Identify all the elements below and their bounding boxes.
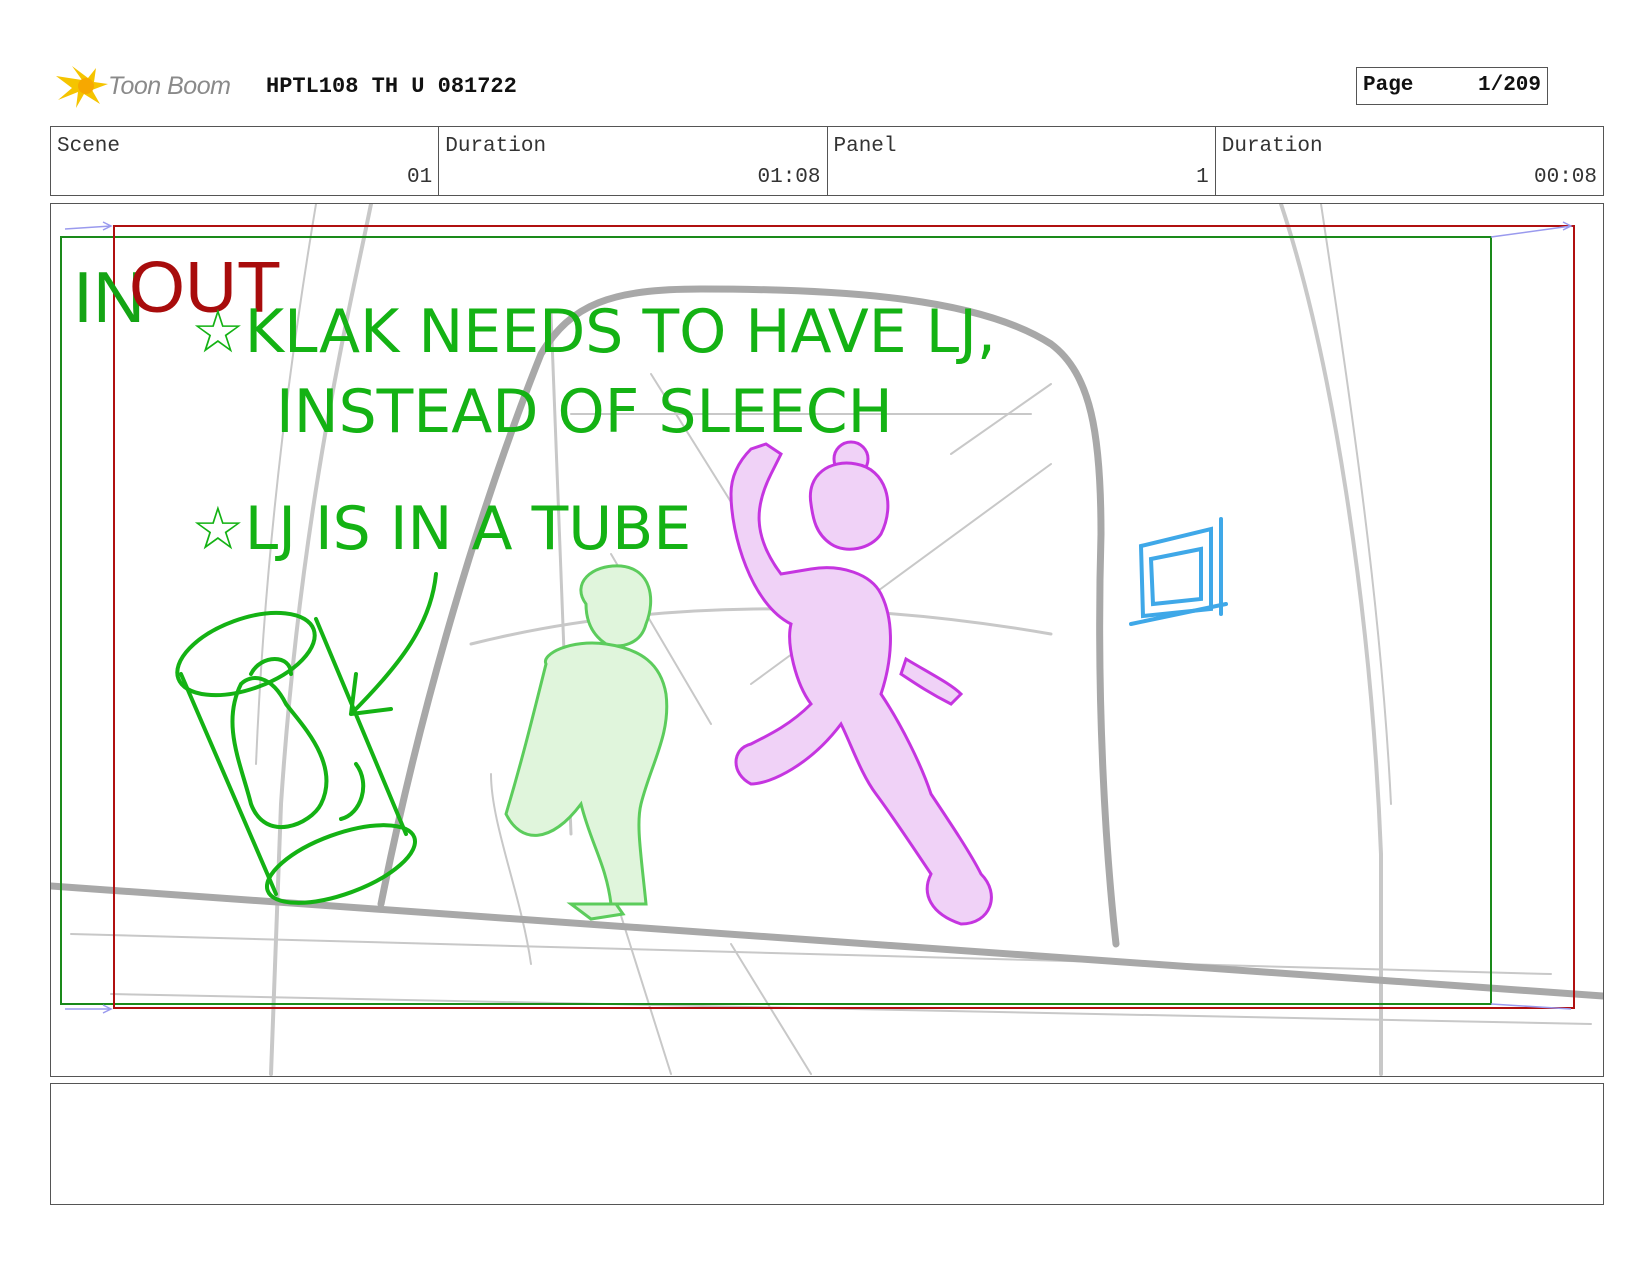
panel-value: 1 [1196, 166, 1209, 189]
panel-notes-box [50, 1083, 1604, 1205]
document-title: HPTL108 TH U 081722 [266, 74, 517, 99]
scene-duration-cell: Duration 01:08 [439, 127, 828, 195]
panel-label: Panel [833, 135, 897, 158]
scene-label: Scene [57, 135, 121, 158]
note-line-1: ☆KLAK NEEDS TO HAVE LJ, [191, 297, 996, 367]
scene-value: 01 [407, 166, 433, 189]
panel-duration-value: 00:08 [1533, 166, 1597, 189]
scene-cell: Scene 01 [51, 127, 440, 195]
panel-cell: Panel 1 [828, 127, 1216, 195]
character-klak-sketch [729, 440, 993, 926]
panel-duration-cell: Duration 00:08 [1216, 127, 1603, 195]
info-row: Scene 01 Duration 01:08 Panel 1 Duration… [50, 126, 1604, 196]
page-indicator: Page 1/209 [1356, 67, 1548, 105]
character-lj-sketch [504, 564, 669, 921]
note-line-3: ☆LJ IS IN A TUBE [191, 494, 691, 564]
page-label: Page [1363, 74, 1414, 97]
page-value: 1/209 [1477, 74, 1541, 97]
storyboard-panel: IN OUT ☆KLAK NEEDS TO HAVE LJ, INSTEAD O… [50, 203, 1604, 1077]
note-line-2: INSTEAD OF SLEECH [276, 377, 893, 447]
window-sketch [1129, 517, 1228, 626]
panel-drawing: IN OUT ☆KLAK NEEDS TO HAVE LJ, INSTEAD O… [51, 204, 1603, 1076]
scene-duration-value: 01:08 [757, 166, 821, 189]
toon-boom-logo: Toon Boom [52, 62, 252, 110]
panel-duration-label: Duration [1221, 135, 1323, 158]
note-arrow [349, 572, 438, 716]
starburst-icon [56, 66, 108, 108]
logo-text: Toon Boom [108, 72, 231, 100]
scene-duration-label: Duration [445, 135, 547, 158]
